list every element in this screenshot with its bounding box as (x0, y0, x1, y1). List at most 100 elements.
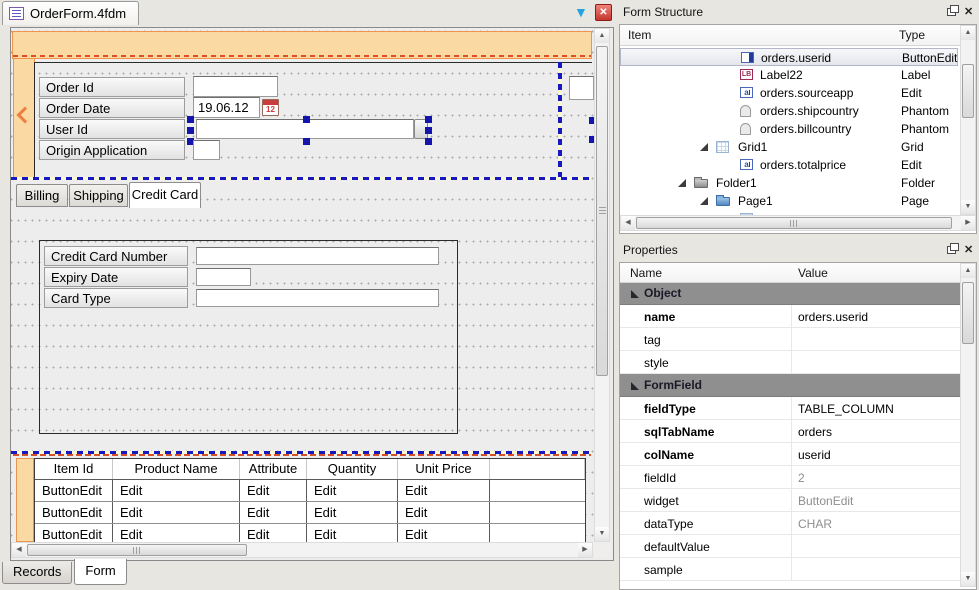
tree-item-orders-totalprice[interactable]: aorders.totalpriceEdit (620, 156, 958, 174)
table-cell[interactable]: Edit (307, 524, 398, 542)
prop-row-defaultValue[interactable]: defaultValue (620, 535, 960, 558)
table-cell[interactable]: ButtonEdit (35, 480, 113, 501)
scroll-arrow-icon[interactable]: ▲ (595, 29, 609, 43)
tree-item-orders-billcountry[interactable]: orders.billcountryPhantom (620, 120, 958, 138)
orderid-field[interactable] (193, 76, 278, 97)
tree-item-orders-userid[interactable]: orders.useridButtonEdit (620, 48, 958, 66)
selection-handle[interactable] (303, 138, 310, 145)
scroll-arrow-icon[interactable]: ◀ (621, 216, 635, 230)
scroll-arrow-icon[interactable]: ▲ (961, 264, 975, 278)
float-panel-icon[interactable] (947, 8, 956, 16)
filter-triangle-icon[interactable]: ▼ (574, 4, 588, 20)
scroll-thumb[interactable] (596, 46, 608, 376)
scroll-arrow-icon[interactable]: ◀ (12, 543, 26, 557)
originapp-field[interactable] (193, 140, 220, 160)
table-cell[interactable]: Edit (398, 524, 490, 542)
scroll-arrow-icon[interactable]: ▲ (961, 26, 975, 40)
prop-value[interactable]: TABLE_COLUMN (798, 402, 894, 416)
folder-tab-billing[interactable]: Billing (16, 184, 68, 207)
column-header-value[interactable]: Value (798, 266, 828, 280)
folder-tab-credit-card[interactable]: Credit Card (129, 182, 201, 208)
prop-row-name[interactable]: nameorders.userid (620, 305, 960, 328)
table-cell[interactable]: ButtonEdit (35, 524, 113, 542)
items-table[interactable]: Item IdProduct NameAttributeQuantityUnit… (34, 458, 586, 542)
view-tab-form[interactable]: Form (74, 559, 126, 585)
table-header-cell[interactable]: Item Id (35, 459, 113, 479)
column-header-item[interactable]: Item (628, 28, 651, 42)
prop-row-dataType[interactable]: dataTypeCHAR (620, 512, 960, 535)
prop-value[interactable]: 2 (798, 471, 805, 485)
expand-arrow-icon[interactable] (700, 197, 708, 205)
prop-value[interactable]: userid (798, 448, 831, 462)
prop-value[interactable]: orders.userid (798, 310, 868, 324)
table-row[interactable]: ButtonEditEditEditEditEdit (35, 480, 585, 502)
prop-value[interactable]: orders (798, 425, 832, 439)
table-cell[interactable]: Edit (113, 524, 240, 542)
cc-field-2[interactable] (196, 289, 439, 307)
tree-item-Label22[interactable]: LBLabel22Label (620, 66, 958, 84)
table-cell[interactable]: Edit (240, 524, 307, 542)
selection-handle[interactable] (425, 127, 432, 134)
prop-value[interactable]: CHAR (798, 517, 832, 531)
canvas-vscrollbar[interactable]: ▲▼ (594, 28, 610, 542)
close-panel-icon[interactable]: ✕ (964, 5, 973, 18)
structure-vscrollbar[interactable]: ▲▼ (960, 25, 976, 215)
properties-column-headers[interactable]: Name Value (620, 263, 960, 283)
table-header-cell[interactable]: Quantity (307, 459, 398, 479)
table-row[interactable]: ButtonEditEditEditEditEdit (35, 502, 585, 524)
close-document-button[interactable]: ✕ (595, 4, 612, 21)
structure-column-headers[interactable]: Item Type (620, 25, 960, 46)
prop-group-object[interactable]: Object (620, 282, 960, 305)
properties-vscrollbar[interactable]: ▲▼ (960, 263, 976, 587)
prop-group-formfield[interactable]: FormField (620, 374, 960, 397)
scroll-thumb[interactable] (962, 282, 974, 344)
table-cell[interactable]: Edit (240, 480, 307, 501)
prop-row-colName[interactable]: colNameuserid (620, 443, 960, 466)
tree-item-orders-sourceapp[interactable]: aorders.sourceappEdit (620, 84, 958, 102)
tree-item-Grid1[interactable]: Grid1Grid (620, 138, 958, 156)
prop-row-sample[interactable]: sample (620, 558, 960, 581)
selection-handle[interactable] (187, 116, 194, 123)
table-cell[interactable] (490, 480, 585, 501)
expand-arrow-icon[interactable] (700, 143, 708, 151)
close-panel-icon[interactable]: ✕ (964, 243, 973, 256)
prop-row-fieldId[interactable]: fieldId2 (620, 466, 960, 489)
table-cell[interactable]: Edit (398, 480, 490, 501)
folder-tab-shipping[interactable]: Shipping (69, 184, 128, 207)
table-header-cell[interactable]: Product Name (113, 459, 240, 479)
cc-field-1[interactable] (196, 268, 251, 286)
selection-handle[interactable] (425, 116, 432, 123)
prop-row-style[interactable]: style (620, 351, 960, 374)
tree-item-orders-shipcountry[interactable]: orders.shipcountryPhantom (620, 102, 958, 120)
table-row[interactable]: ButtonEditEditEditEditEdit (35, 524, 585, 542)
prop-row-sqlTabName[interactable]: sqlTabNameorders (620, 420, 960, 443)
tree-item-Folder1[interactable]: Folder1Folder (620, 174, 958, 192)
calendar-icon[interactable]: 12 (262, 99, 279, 116)
view-tab-records[interactable]: Records (2, 562, 72, 584)
table-cell[interactable]: ButtonEdit (35, 502, 113, 523)
table-header-cell[interactable]: Unit Price (398, 459, 490, 479)
expand-arrow-icon[interactable] (678, 179, 686, 187)
scroll-arrow-icon[interactable]: ▶ (961, 216, 975, 230)
column-header-type[interactable]: Type (899, 28, 925, 42)
table-cell[interactable]: Edit (307, 480, 398, 501)
column-header-name[interactable]: Name (630, 266, 662, 280)
prop-row-widget[interactable]: widgetButtonEdit (620, 489, 960, 512)
tree-item-Page1[interactable]: Page1Page (620, 192, 958, 210)
scroll-arrow-icon[interactable]: ▼ (595, 527, 609, 541)
table-cell[interactable] (490, 524, 585, 542)
prop-row-fieldType[interactable]: fieldTypeTABLE_COLUMN (620, 397, 960, 420)
float-panel-icon[interactable] (947, 246, 956, 254)
prop-value[interactable]: ButtonEdit (798, 494, 853, 508)
collapse-arrow-icon[interactable] (631, 290, 639, 298)
selection-handle[interactable] (303, 116, 310, 123)
form-canvas[interactable]: Order IdOrder DateUser IdOrigin Applicat… (11, 28, 594, 542)
scroll-arrow-icon[interactable]: ▶ (578, 543, 592, 557)
clipped-field[interactable] (569, 76, 594, 100)
prop-row-tag[interactable]: tag (620, 328, 960, 351)
structure-hscrollbar[interactable]: ◀▶ (620, 215, 976, 231)
table-cell[interactable]: Edit (113, 502, 240, 523)
selection-handle[interactable] (187, 127, 194, 134)
scroll-thumb[interactable] (27, 544, 247, 556)
table-cell[interactable]: Edit (307, 502, 398, 523)
